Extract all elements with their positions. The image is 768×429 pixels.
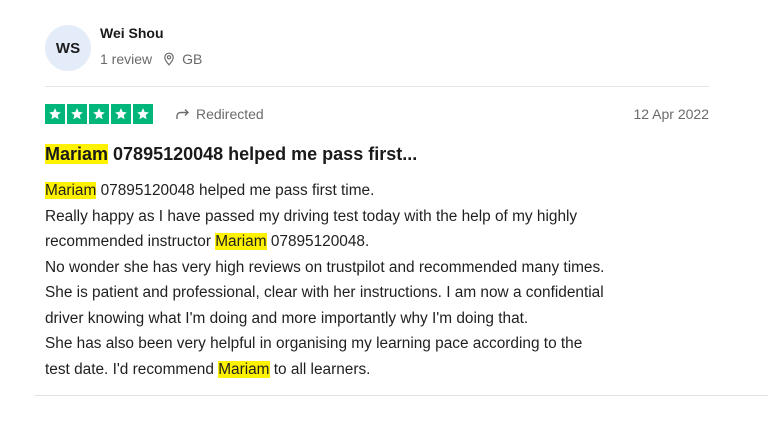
review-title[interactable]: Mariam 07895120048 helped me pass first.…: [45, 144, 417, 165]
body-line: No wonder she has very high reviews on t…: [45, 258, 605, 276]
body-text: to all learners.: [269, 360, 371, 378]
body-line: Mariam 07895120048 helped me pass first …: [45, 178, 717, 204]
review-date: 12 Apr 2022: [633, 106, 709, 122]
redirected-label[interactable]: Redirected: [175, 106, 264, 122]
star-icon: [111, 104, 131, 124]
divider: [34, 395, 768, 396]
body-line: She has also been very helpful in organi…: [45, 335, 583, 352]
star-icon: [89, 104, 109, 124]
body-line: Really happy as I have passed my driving…: [45, 207, 578, 225]
location-pin-icon: [162, 52, 176, 66]
star-icon: [133, 104, 153, 124]
highlight: Mariam: [45, 182, 97, 199]
redirected-text: Redirected: [196, 106, 264, 122]
reviewer-meta: 1 review GB: [100, 51, 202, 67]
highlight: Mariam: [218, 360, 270, 378]
star-icon: [45, 104, 65, 124]
avatar-initials: WS: [55, 39, 81, 57]
body-text: 07895120048 helped me pass first time.: [96, 182, 375, 199]
reviewer-location: GB: [182, 51, 203, 67]
highlight: Mariam: [215, 233, 267, 250]
title-text: 07895120048 helped me pass first...: [108, 144, 418, 164]
star-rating: [45, 104, 153, 124]
star-icon: [67, 104, 87, 124]
redirect-arrow-icon: [175, 107, 191, 121]
body-line: recommended instructor Mariam 0789512004…: [45, 229, 717, 255]
divider: [45, 86, 709, 87]
body-text: 07895120048.: [266, 233, 370, 250]
body-line: test date. I'd recommend Mariam to all l…: [45, 357, 717, 383]
body-line: She is patient and professional, clear w…: [45, 284, 604, 301]
body-line: driver knowing what I'm doing and more i…: [45, 309, 529, 327]
body-text: test date. I'd recommend: [45, 360, 219, 378]
avatar[interactable]: WS: [45, 25, 91, 71]
reviewer-name[interactable]: Wei Shou: [100, 25, 164, 41]
review-count: 1 review: [100, 51, 153, 67]
body-text: recommended instructor: [45, 233, 216, 250]
review-body: Mariam 07895120048 helped me pass first …: [45, 178, 717, 382]
highlight: Mariam: [45, 144, 109, 164]
